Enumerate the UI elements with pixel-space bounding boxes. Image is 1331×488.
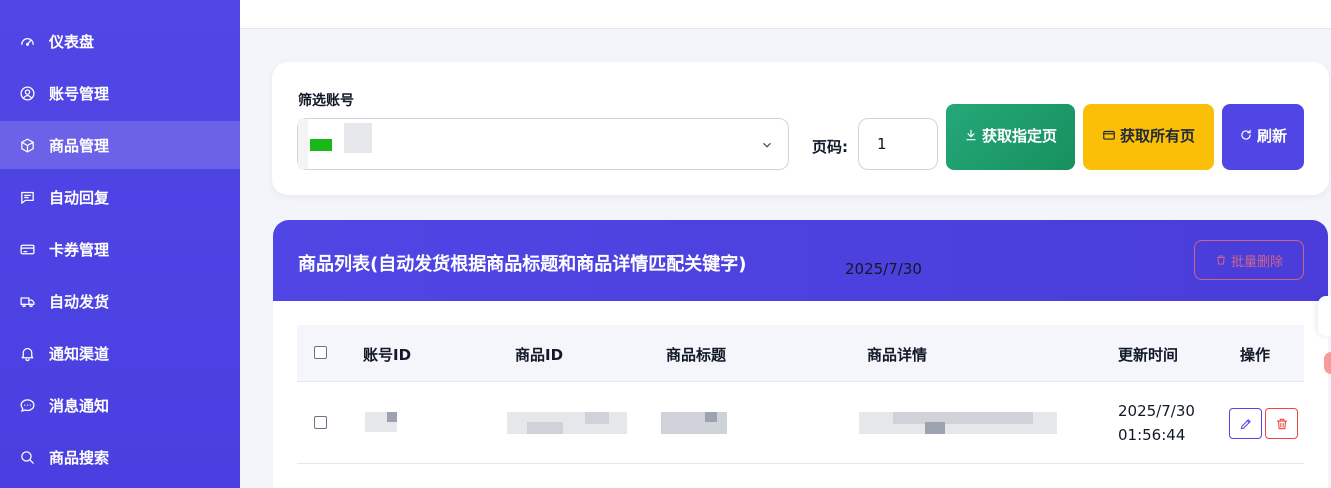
chat-icon (18, 396, 36, 414)
truck-icon (18, 292, 36, 310)
redacted-product-id (585, 412, 609, 424)
sidebar-item-auto-delivery[interactable]: 自动发货 (0, 277, 240, 325)
refresh-button[interactable]: 刷新 (1222, 104, 1304, 170)
bell-icon (18, 344, 36, 362)
row-checkbox[interactable] (314, 416, 327, 429)
sidebar-item-label: 商品搜索 (49, 448, 110, 467)
sidebar-item-product-search[interactable]: 商品搜索 (0, 433, 240, 481)
bulk-delete-label: 批量删除 (1230, 253, 1283, 269)
refresh-label: 刷新 (1256, 128, 1287, 145)
refresh-icon (1241, 129, 1251, 140)
sidebar-item-label: 自动回复 (49, 188, 110, 207)
fetch-page-button[interactable]: 获取指定页 (946, 104, 1075, 170)
sidebar-item-label: 自动发货 (49, 292, 110, 311)
redacted-product-detail (925, 422, 945, 434)
next-row-updated-time: 2025/7/30 (845, 260, 922, 278)
select-all-checkbox[interactable] (314, 346, 327, 359)
redacted-product-title (705, 412, 717, 422)
redacted-product-id (527, 422, 563, 434)
search-icon (18, 448, 36, 466)
column-header-product-title: 商品标题 (666, 346, 727, 364)
column-header-product-id: 商品ID (515, 346, 564, 364)
fetch-all-button[interactable]: 获取所有页 (1083, 104, 1214, 170)
page-number-label: 页码: (812, 138, 848, 156)
sidebar-item-label: 账号管理 (49, 84, 110, 103)
fetch-all-label: 获取所有页 (1119, 128, 1195, 145)
row-updated-date-text: 2025/7/30 (1118, 402, 1195, 420)
redacted-account-name (344, 123, 372, 153)
redacted-product-detail (893, 412, 1033, 424)
table-row: 2025/7/30 01:56:44 (297, 382, 1304, 464)
redacted-product-id (507, 412, 627, 434)
redacted-avatar (298, 119, 308, 169)
sidebar-item-coupons[interactable]: 卡券管理 (0, 225, 240, 273)
trash-icon (1276, 418, 1287, 429)
column-header-product-detail: 商品详情 (867, 346, 928, 364)
column-header-account-id: 账号ID (363, 346, 412, 364)
product-list-card: 商品列表(自动发货根据商品标题和商品详情匹配关键字) 批量删除 账号ID 商品I… (273, 220, 1328, 488)
floating-side-tab[interactable] (1318, 296, 1331, 336)
sidebar-item-label: 仪表盘 (49, 32, 95, 51)
message-icon (18, 188, 36, 206)
download-icon (966, 129, 976, 141)
column-header-actions: 操作 (1240, 346, 1271, 364)
redacted-product-title (661, 412, 727, 434)
page-number-input[interactable] (858, 118, 938, 170)
sidebar-item-auto-reply[interactable]: 自动回复 (0, 173, 240, 221)
product-list-header: 商品列表(自动发货根据商品标题和商品详情匹配关键字) 批量删除 (273, 220, 1328, 301)
sidebar-item-accounts[interactable]: 账号管理 (0, 69, 240, 117)
account-select[interactable] (297, 118, 789, 170)
sidebar-item-message-notify[interactable]: 消息通知 (0, 381, 240, 429)
top-bar (240, 0, 1331, 29)
sidebar: 仪表盘 账号管理 商品管理 自动回复 卡券管理 自动发货 通知渠道 消息通知 商… (0, 0, 240, 488)
floating-side-indicator[interactable] (1324, 352, 1331, 374)
product-list-title: 商品列表(自动发货根据商品标题和商品详情匹配关键字) (298, 254, 747, 275)
user-circle-icon (18, 84, 36, 102)
sidebar-item-label: 商品管理 (49, 136, 110, 155)
row-updated-time: 2025/7/30 01:56:44 (1118, 399, 1195, 447)
edit-button[interactable] (1229, 408, 1262, 439)
trash-icon (1216, 255, 1225, 265)
gauge-icon (18, 32, 36, 50)
bulk-delete-button[interactable]: 批量删除 (1194, 240, 1304, 280)
redacted-account-badge (310, 139, 332, 151)
folder-icon (1103, 130, 1115, 140)
sidebar-item-notify-channels[interactable]: 通知渠道 (0, 329, 240, 377)
table-header: 账号ID 商品ID 商品标题 商品详情 更新时间 操作 (297, 325, 1304, 382)
sidebar-item-dashboard[interactable]: 仪表盘 (0, 17, 240, 65)
fetch-page-label: 获取指定页 (981, 128, 1057, 145)
chevron-down-icon (760, 137, 774, 151)
row-updated-time-text: 01:56:44 (1118, 426, 1186, 444)
sidebar-item-label: 卡券管理 (49, 240, 110, 259)
account-filter-label: 筛选账号 (298, 93, 354, 109)
pencil-icon (1240, 418, 1251, 429)
column-header-updated-time: 更新时间 (1118, 346, 1179, 364)
sidebar-item-products[interactable]: 商品管理 (0, 121, 240, 169)
sidebar-item-label: 通知渠道 (49, 344, 110, 363)
card-icon (18, 240, 36, 258)
filter-card: 筛选账号 页码: 获取指定页 获取所有页 刷新 (272, 62, 1329, 195)
sidebar-item-label: 消息通知 (49, 396, 110, 415)
redacted-account-id (387, 412, 397, 422)
delete-button[interactable] (1265, 408, 1298, 439)
box-icon (18, 136, 36, 154)
